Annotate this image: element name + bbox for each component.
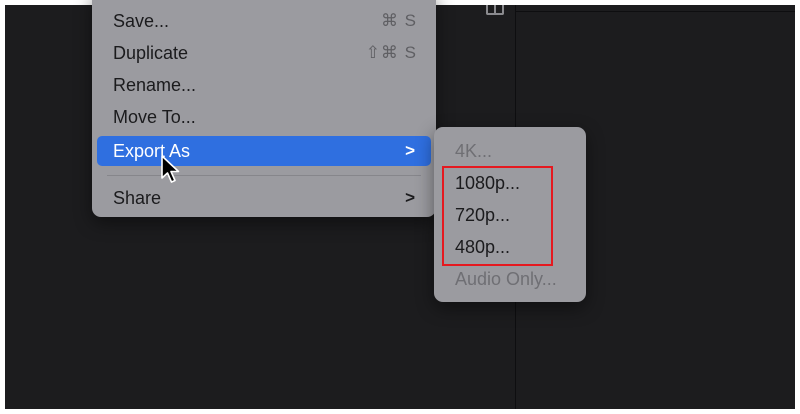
submenu-item-label: 4K... <box>455 141 493 161</box>
chevron-right-icon: > <box>405 141 415 160</box>
menu-item-duplicate[interactable]: Duplicate ⇧⌘ S <box>97 38 431 68</box>
toolbar-divider <box>515 11 795 12</box>
menu-item-rename[interactable]: Rename... <box>97 70 431 100</box>
menu-separator <box>107 175 421 176</box>
menu-item-label: Duplicate <box>113 43 189 63</box>
shortcut-label: ⇧⌘ S <box>365 43 417 62</box>
shortcut-label: ⌘ S <box>380 11 417 30</box>
menu-item-label: Rename... <box>113 75 197 95</box>
menu-item-label: Share <box>113 188 162 208</box>
menu-item-label: Save... <box>113 11 170 31</box>
submenu-item-label: Audio Only... <box>455 269 557 289</box>
arrow-cursor-icon <box>161 155 180 183</box>
menu-item-share[interactable]: Share > <box>97 183 431 213</box>
window-layout-icon[interactable] <box>486 5 504 15</box>
chevron-right-icon: > <box>405 188 415 207</box>
menu-item-save[interactable]: Save... ⌘ S <box>97 6 431 36</box>
submenu-item-audio-only: Audio Only... <box>439 264 581 294</box>
submenu-item-4k: 4K... <box>439 136 581 166</box>
menu-item-move-to[interactable]: Move To... <box>97 102 431 132</box>
file-menu: Save... ⌘ S Duplicate ⇧⌘ S Rename... Mov… <box>92 0 436 217</box>
menu-item-label: Move To... <box>113 107 196 127</box>
annotation-highlight-box <box>442 166 553 266</box>
menu-item-export-as[interactable]: Export As > <box>97 136 431 166</box>
